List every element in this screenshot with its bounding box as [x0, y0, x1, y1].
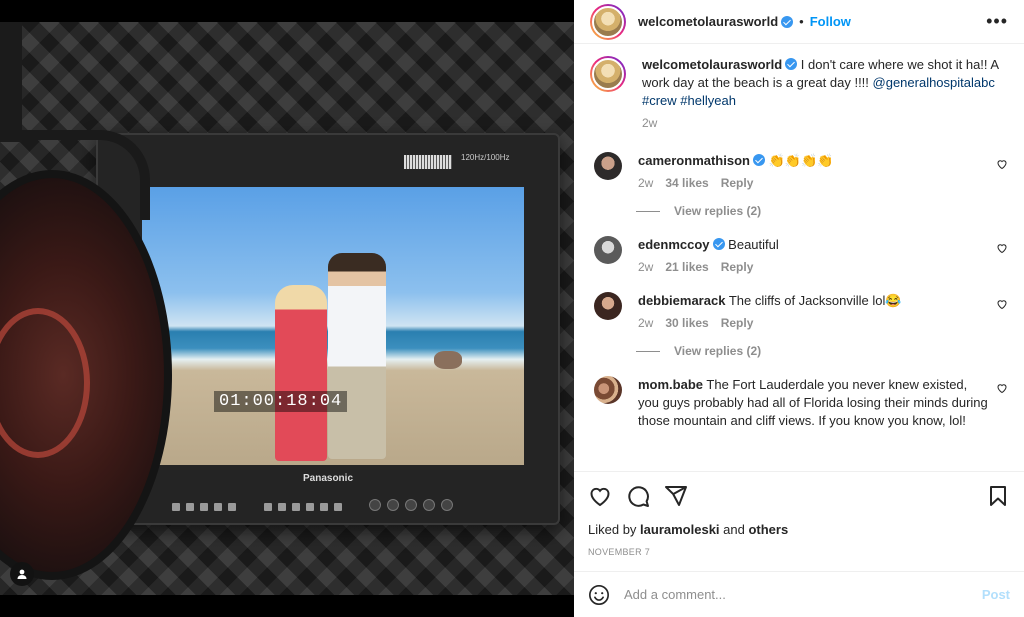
- comment-text: Beautiful: [728, 237, 779, 252]
- like-comment-icon[interactable]: [996, 382, 1008, 394]
- tagged-user-icon[interactable]: [10, 562, 34, 586]
- comment-item: mom.babe The Fort Lauderdale you never k…: [590, 376, 1008, 430]
- share-icon[interactable]: [664, 484, 688, 508]
- post-actions: Liked by lauramoleski and others Novembe…: [574, 471, 1024, 557]
- woman-in-red-dress: [275, 285, 327, 461]
- verified-badge-icon: [752, 154, 765, 166]
- liked-others[interactable]: others: [748, 522, 788, 537]
- reply-button[interactable]: Reply: [721, 260, 754, 274]
- author-avatar[interactable]: [590, 3, 626, 40]
- timecode-overlay: 01:00:18:04: [214, 391, 348, 412]
- caption: welcometolaurasworld I don't care where …: [590, 56, 1008, 132]
- author-avatar-small[interactable]: [590, 56, 626, 92]
- comment-likes[interactable]: 34 likes: [665, 176, 708, 190]
- post-image[interactable]: 120Hz/100Hz 01:00:18:04 Panasonic: [0, 0, 574, 617]
- author-username[interactable]: welcometolaurasworld: [638, 14, 778, 29]
- verified-badge-icon: [785, 58, 798, 70]
- monitor-buttons: [172, 499, 542, 517]
- separator-dot: •: [799, 14, 804, 29]
- monitor-screen: 01:00:18:04: [142, 187, 524, 465]
- comments-list[interactable]: welcometolaurasworld I don't care where …: [574, 44, 1024, 471]
- comment-username[interactable]: mom.babe: [638, 377, 703, 392]
- post-sidebar: welcometolaurasworld • Follow ••• welcom…: [574, 0, 1024, 617]
- barcode-sticker: [404, 155, 452, 169]
- reply-button[interactable]: Reply: [721, 316, 754, 330]
- reply-button[interactable]: Reply: [721, 176, 754, 190]
- post-date: November 7: [588, 547, 651, 557]
- comment-username[interactable]: debbiemarack: [638, 293, 725, 308]
- like-comment-icon[interactable]: [996, 242, 1008, 254]
- commenter-avatar[interactable]: [594, 236, 622, 264]
- bookmark-icon[interactable]: [986, 484, 1010, 508]
- comment-age: 2w: [638, 260, 654, 274]
- more-options-icon[interactable]: •••: [986, 11, 1008, 32]
- add-comment-bar: Add a comment... Post: [574, 571, 1024, 617]
- comment-age: 2w: [638, 316, 654, 330]
- liked-user[interactable]: lauramoleski: [640, 522, 720, 537]
- comment-item: edenmccoy Beautiful 2w 21 likes Reply: [590, 236, 1008, 276]
- commenter-avatar[interactable]: [594, 292, 622, 320]
- comment-username[interactable]: cameronmathison: [638, 153, 750, 168]
- emoji-icon[interactable]: [588, 584, 610, 606]
- beach-rock: [434, 351, 462, 369]
- like-icon[interactable]: [588, 484, 612, 508]
- commenter-avatar[interactable]: [594, 376, 622, 404]
- pop-filter-logo: [0, 308, 90, 458]
- like-comment-icon[interactable]: [996, 298, 1008, 310]
- comment-item: debbiemarack The cliffs of Jacksonville …: [590, 292, 1008, 332]
- caption-hashtags[interactable]: #crew #hellyeah: [642, 92, 1008, 110]
- view-replies-button[interactable]: View replies (2): [636, 344, 1008, 358]
- likes-summary[interactable]: Liked by lauramoleski and others: [588, 522, 1010, 537]
- comment-username[interactable]: edenmccoy: [638, 237, 710, 252]
- liked-and: and: [719, 522, 749, 537]
- commenter-avatar[interactable]: [594, 152, 622, 180]
- mic-stand: [0, 22, 22, 142]
- like-comment-icon[interactable]: [996, 158, 1008, 170]
- comment-text: The cliffs of Jacksonville lol😂: [728, 293, 902, 308]
- post-comment-button[interactable]: Post: [982, 587, 1010, 602]
- verified-badge-icon: [781, 15, 794, 28]
- view-replies-button[interactable]: View replies (2): [636, 204, 1008, 218]
- comment-likes[interactable]: 21 likes: [665, 260, 708, 274]
- comment-input[interactable]: Add a comment...: [624, 587, 982, 602]
- monitor-refresh-label: 120Hz/100Hz: [461, 153, 510, 162]
- liked-prefix: Liked by: [588, 522, 641, 537]
- comment-likes[interactable]: 30 likes: [665, 316, 708, 330]
- comment-icon[interactable]: [626, 484, 650, 508]
- image-letterbox-top: [0, 0, 574, 22]
- caption-mention[interactable]: @generalhospitalabc: [873, 75, 995, 90]
- image-letterbox-bottom: [0, 595, 574, 617]
- caption-username[interactable]: welcometolaurasworld: [642, 57, 782, 72]
- man-in-white-shirt: [328, 253, 386, 459]
- caption-age: 2w: [642, 116, 658, 130]
- post-header: welcometolaurasworld • Follow •••: [574, 0, 1024, 44]
- comment-item: cameronmathison 👏👏👏👏 2w 34 likes Reply: [590, 152, 1008, 192]
- comment-text: 👏👏👏👏: [768, 153, 834, 168]
- monitor-brand: Panasonic: [302, 473, 354, 484]
- verified-badge-icon: [712, 238, 725, 250]
- comment-age: 2w: [638, 176, 654, 190]
- follow-button[interactable]: Follow: [810, 14, 851, 29]
